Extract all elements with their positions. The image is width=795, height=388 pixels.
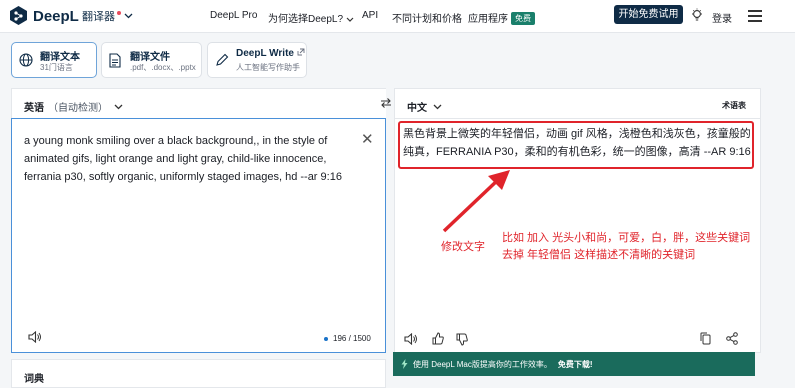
annotation-label: 修改文字 (441, 241, 485, 253)
nav-pricing[interactable]: 不同计划和价格 (392, 10, 462, 25)
deepl-logo-icon (10, 6, 27, 25)
source-text-area[interactable]: a young monk smiling over a black backgr… (11, 118, 386, 353)
annotation-note-line-1: 比如 加入 光头小和尚，可爱，白，胖，这些关键词 (502, 232, 751, 244)
document-icon (109, 53, 121, 68)
thumbs-down-icon[interactable] (456, 333, 468, 346)
chevron-down-icon (124, 13, 133, 19)
dictionary-label: 词典 (24, 374, 44, 385)
promo-download-link[interactable]: 免费下载! (558, 359, 593, 370)
deepl-logo[interactable]: DeepL (10, 6, 79, 26)
notification-dot (117, 11, 121, 15)
nav-apps[interactable]: 应用程序 免费 (468, 10, 535, 25)
target-language-select[interactable]: 中文 (407, 99, 442, 114)
pen-icon (216, 53, 229, 66)
target-language: 中文 (407, 103, 427, 114)
external-link-icon (297, 48, 305, 56)
target-language-bar: 中文 术语表 (395, 89, 760, 119)
chevron-down-icon (433, 104, 442, 109)
character-counter: 196 / 1500 (324, 334, 371, 343)
character-count: 196 / 1500 (333, 334, 371, 343)
nav-why-deepl-label: 为何选择DeepL? (268, 14, 344, 25)
tab-translate-text-subtitle: 31门语言 (40, 63, 73, 72)
copy-icon[interactable] (700, 332, 711, 345)
annotation-arrow-icon (442, 170, 510, 233)
nav-why-deepl[interactable]: 为何选择DeepL? (268, 10, 354, 25)
highlight-box (398, 121, 754, 169)
lightning-icon (401, 359, 408, 369)
globe-icon (19, 53, 33, 67)
login-link[interactable]: 登录 (712, 10, 732, 25)
speaker-icon[interactable] (28, 331, 42, 343)
brand-name: DeepL (33, 7, 79, 25)
nav-api[interactable]: API (362, 10, 378, 21)
nav-apps-label: 应用程序 (468, 14, 508, 25)
menu-icon[interactable] (748, 10, 762, 22)
counter-dot (324, 336, 328, 341)
promo-text: 使用 DeepL Mac版提高你的工作效率。 (413, 359, 552, 369)
tab-deepl-write[interactable]: DeepL Write 人工智能写作助手 (207, 42, 307, 78)
tab-translate-text[interactable]: 翻译文本 31门语言 (11, 42, 97, 78)
clear-text-icon[interactable]: ✕ (361, 130, 374, 148)
tab-deepl-write-title: DeepL Write (236, 48, 305, 59)
tab-translate-files-subtitle: .pdf、.docx、.pptx (130, 63, 196, 72)
top-navigation-bar: DeepL 翻译器 DeepL Pro 为何选择DeepL? API 不同计划和… (0, 0, 795, 33)
thumbs-up-icon[interactable] (432, 332, 444, 345)
tab-translate-files-title: 翻译文件 (130, 52, 170, 63)
glossary-button[interactable]: 术语表 (722, 100, 746, 111)
source-language-bar: 英语 （自动检测） (12, 89, 386, 119)
source-language-select[interactable]: 英语 （自动检测） (24, 99, 123, 114)
chevron-down-icon (346, 17, 354, 22)
dictionary-panel[interactable]: 词典 (11, 359, 386, 388)
lightbulb-icon[interactable] (691, 8, 703, 22)
annotation-note-line-2: 去掉 年轻僧侣 这样描述不清晰的关键词 (502, 249, 696, 261)
chevron-down-icon (114, 104, 123, 109)
speaker-icon[interactable] (404, 333, 418, 345)
translator-label: 翻译器 (82, 11, 115, 23)
tab-deepl-write-label: DeepL Write (236, 48, 294, 59)
start-free-trial-button[interactable]: 开始免费试用 (614, 5, 683, 24)
tab-translate-files[interactable]: 翻译文件 .pdf、.docx、.pptx (101, 42, 202, 78)
source-language: 英语 (24, 103, 44, 114)
promo-banner: 使用 DeepL Mac版提高你的工作效率。 免费下载! (393, 352, 755, 376)
tab-deepl-write-subtitle: 人工智能写作助手 (236, 63, 300, 72)
swap-languages-icon[interactable] (380, 97, 392, 109)
free-badge: 免费 (511, 12, 535, 25)
source-text[interactable]: a young monk smiling over a black backgr… (24, 132, 354, 186)
translator-dropdown[interactable]: 翻译器 (82, 8, 133, 24)
annotation-note: 比如 加入 光头小和尚，可爱，白，胖，这些关键词 去掉 年轻僧侣 这样描述不清晰… (502, 230, 750, 264)
source-language-note: （自动检测） (48, 103, 108, 114)
share-icon[interactable] (726, 332, 738, 345)
tab-translate-text-title: 翻译文本 (40, 52, 80, 63)
nav-deepl-pro[interactable]: DeepL Pro (210, 10, 257, 21)
